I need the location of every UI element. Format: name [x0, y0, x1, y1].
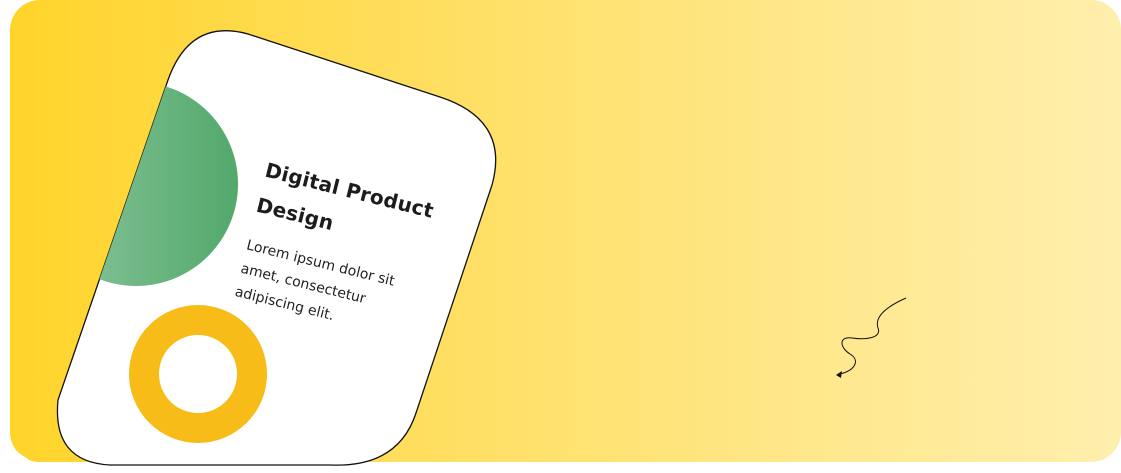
product-card	[56, 30, 497, 466]
green-circle-shape	[57, 82, 238, 286]
squiggle-arrow-icon	[836, 297, 907, 378]
hero-banner-stage: Digital Product Design Lorem ipsum dolor…	[0, 0, 1121, 473]
